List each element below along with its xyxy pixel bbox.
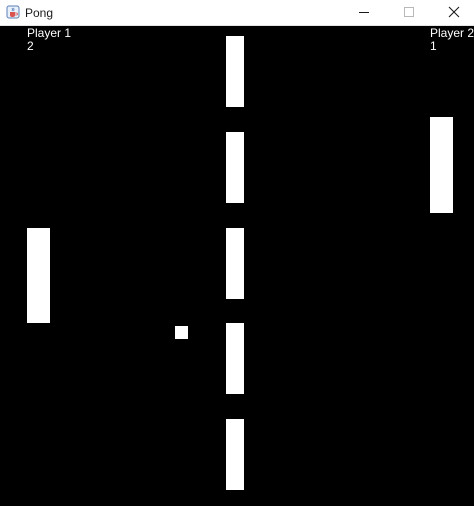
center-line-dash: [226, 132, 244, 203]
center-line-dash: [226, 323, 244, 394]
player1-score: 2: [27, 39, 34, 53]
window-title: Pong: [25, 6, 54, 20]
title-bar[interactable]: Pong: [0, 0, 474, 26]
center-line-dash: [226, 36, 244, 107]
app-window: Pong Player 1 2 Player 2 1: [0, 0, 474, 506]
player1-paddle: [27, 228, 50, 323]
minimize-icon: [359, 12, 369, 13]
ball: [175, 326, 188, 339]
center-line-dash: [226, 228, 244, 299]
close-icon: [448, 6, 460, 18]
close-button[interactable]: [430, 0, 474, 26]
maximize-button[interactable]: [385, 0, 431, 26]
java-cup-icon: [6, 5, 20, 19]
game-canvas[interactable]: Player 1 2 Player 2 1: [0, 26, 474, 506]
maximize-icon: [404, 7, 414, 17]
player2-score: 1: [430, 39, 437, 53]
center-line-dash: [226, 419, 244, 490]
player2-paddle: [430, 117, 453, 213]
minimize-button[interactable]: [341, 0, 387, 26]
